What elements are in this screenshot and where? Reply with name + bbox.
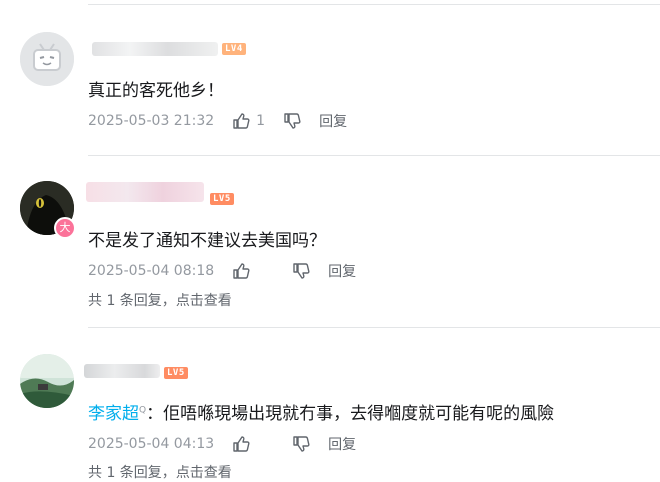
view-replies-link[interactable]: 点击查看 bbox=[176, 293, 232, 309]
dislike-icon[interactable] bbox=[283, 112, 301, 130]
dislike-icon[interactable] bbox=[292, 262, 310, 280]
replies-summary: 共 1 条回复，点击查看 bbox=[88, 462, 232, 482]
vip-badge: 大 bbox=[54, 217, 76, 239]
avatar[interactable] bbox=[20, 32, 74, 86]
comment-divider bbox=[88, 327, 660, 328]
replies-count: 共 1 条回复， bbox=[88, 465, 176, 481]
level-badge: LV5 bbox=[164, 367, 188, 379]
comment-meta: 2025-05-04 08:18 回复 bbox=[88, 261, 356, 281]
reply-button[interactable]: 回复 bbox=[319, 111, 347, 131]
reply-button[interactable]: 回复 bbox=[328, 434, 356, 454]
comment-time: 2025-05-04 04:13 bbox=[88, 436, 215, 452]
comment-body: ：佢唔喺現場出現就冇事，去得嗰度就可能有呢的風險 bbox=[146, 404, 555, 424]
comment-text: 李家超Q：佢唔喺現場出現就冇事，去得嗰度就可能有呢的風險 bbox=[88, 399, 554, 424]
author-mention[interactable]: 李家超 bbox=[88, 404, 139, 424]
comment-text: 不是发了通知不建议去美国吗？ bbox=[88, 231, 326, 251]
username-blurred[interactable] bbox=[84, 364, 160, 378]
username-blurred[interactable] bbox=[86, 182, 204, 202]
landscape-avatar-icon bbox=[20, 354, 74, 408]
like-icon[interactable] bbox=[232, 435, 250, 453]
comment-text: 真正的客死他乡！ bbox=[88, 81, 224, 101]
replies-count: 共 1 条回复， bbox=[88, 293, 176, 309]
comment-time: 2025-05-03 21:32 bbox=[88, 113, 215, 129]
reply-button[interactable]: 回复 bbox=[328, 261, 356, 281]
username-blurred[interactable] bbox=[92, 42, 218, 56]
level-badge: LV4 bbox=[222, 43, 246, 55]
avatar[interactable] bbox=[20, 354, 74, 408]
replies-summary: 共 1 条回复，点击查看 bbox=[88, 290, 232, 310]
like-icon[interactable] bbox=[232, 112, 250, 130]
dislike-icon[interactable] bbox=[292, 435, 310, 453]
like-icon[interactable] bbox=[232, 262, 250, 280]
comment-time: 2025-05-04 08:18 bbox=[88, 263, 215, 279]
top-divider bbox=[88, 4, 660, 5]
level-badge: LV5 bbox=[210, 193, 234, 205]
default-avatar-icon bbox=[20, 32, 74, 86]
comment-divider bbox=[88, 155, 660, 156]
comment-meta: 2025-05-03 21:32 1 回复 bbox=[88, 111, 347, 131]
comment-meta: 2025-05-04 04:13 回复 bbox=[88, 434, 356, 454]
view-replies-link[interactable]: 点击查看 bbox=[176, 465, 232, 481]
like-count: 1 bbox=[256, 113, 266, 129]
